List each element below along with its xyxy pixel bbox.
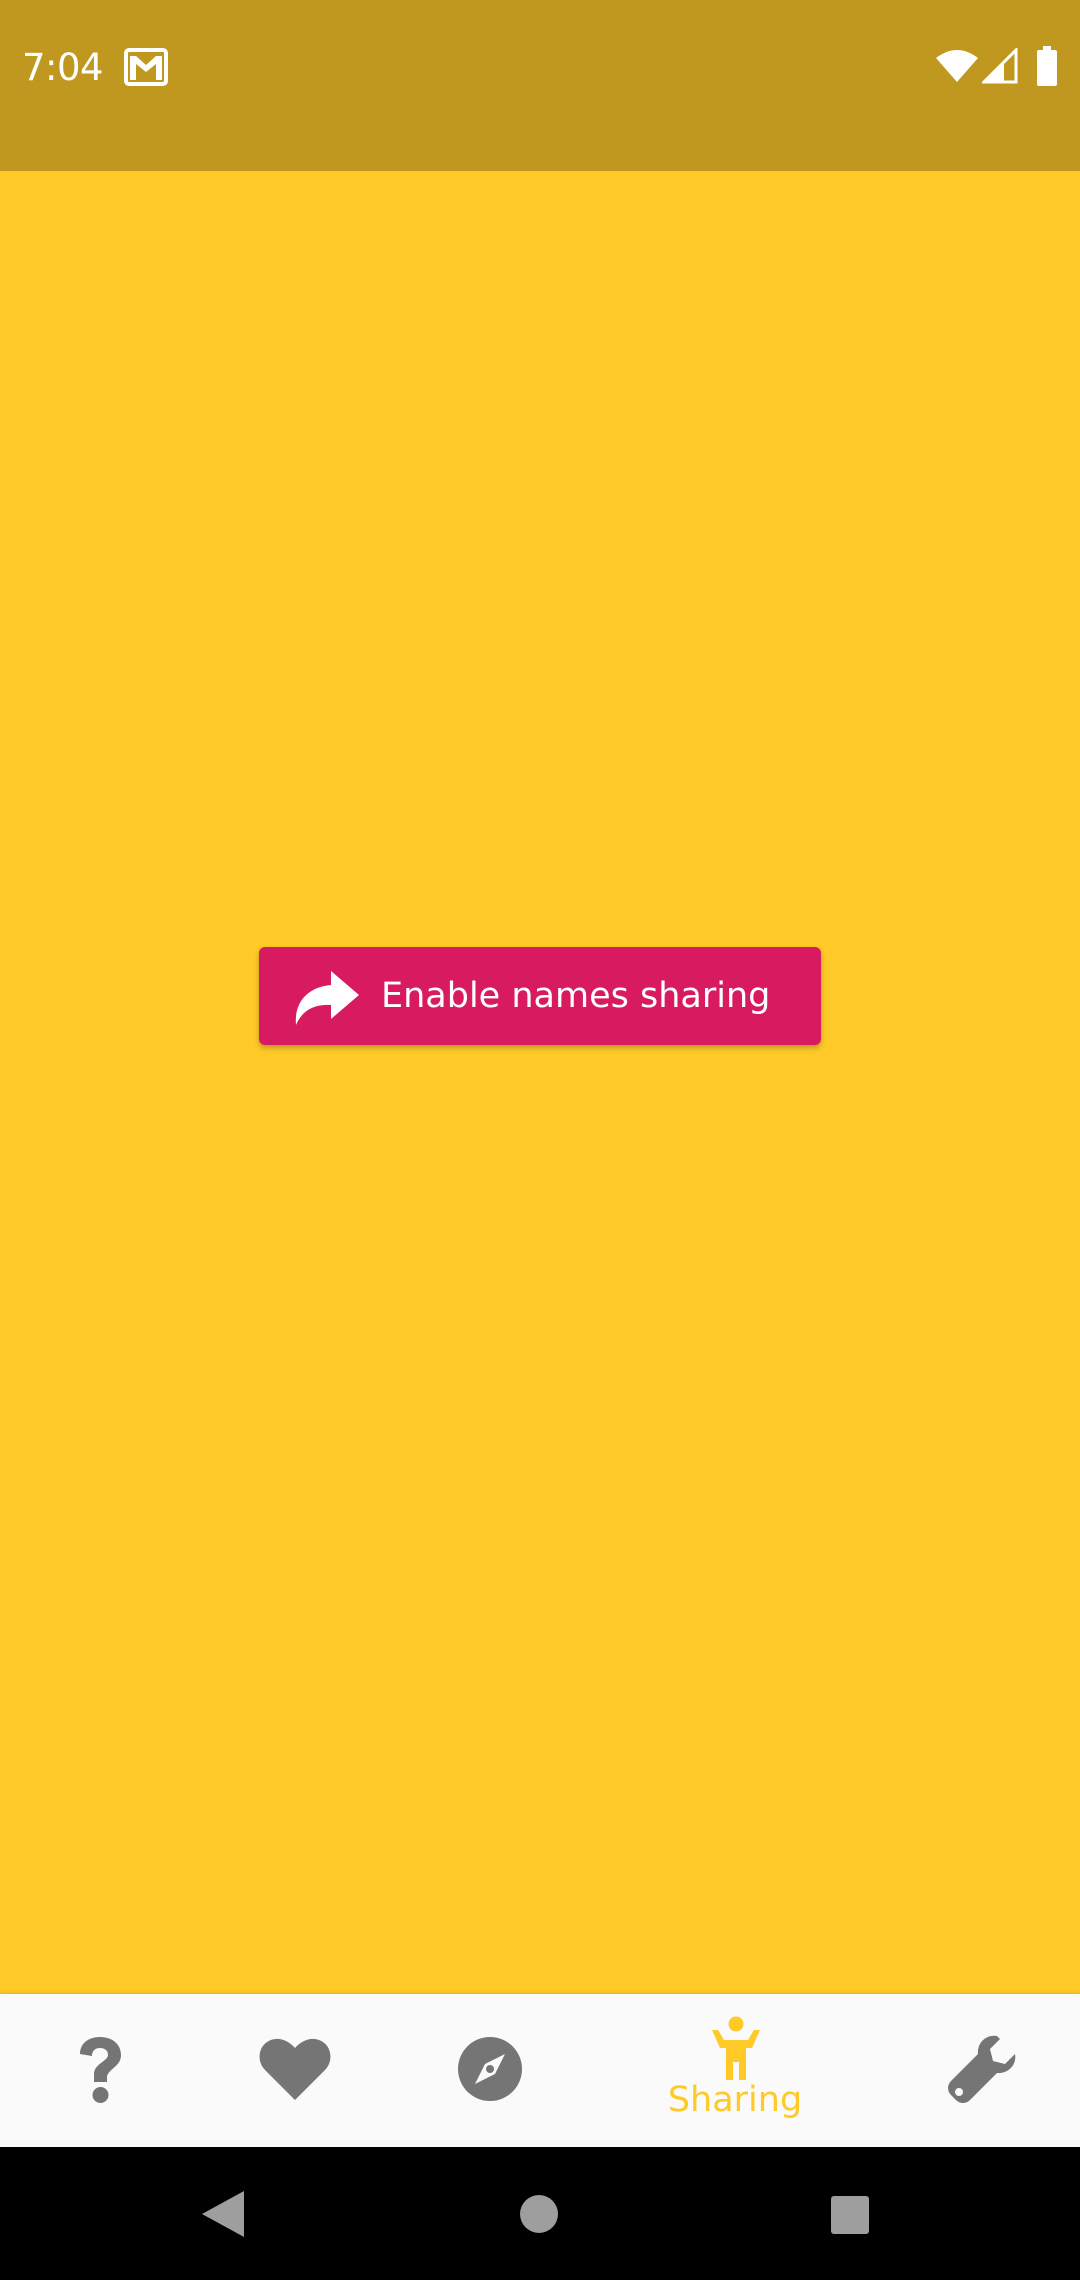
question-mark-icon: [80, 2037, 121, 2103]
back-icon[interactable]: [200, 2189, 248, 2239]
home-icon[interactable]: [519, 2194, 559, 2234]
enable-names-sharing-button[interactable]: Enable names sharing: [259, 947, 821, 1045]
nav-item-explore[interactable]: [430, 1994, 550, 2147]
compass-icon: [458, 2037, 522, 2101]
bottom-navigation: Sharing: [0, 1994, 1080, 2147]
main-content: Enable names sharing: [0, 171, 1080, 1994]
enable-names-sharing-label: Enable names sharing: [381, 976, 771, 1016]
status-time: 7:04: [22, 46, 104, 89]
gmail-notification-icon: [124, 48, 168, 86]
cell-signal-icon: [982, 48, 1018, 84]
nav-item-sharing[interactable]: Sharing: [640, 1994, 830, 2147]
battery-icon: [1037, 46, 1057, 86]
heart-icon: [259, 2038, 331, 2100]
status-bar: 7:04: [0, 0, 1080, 171]
nav-item-help[interactable]: [40, 1994, 160, 2147]
nav-item-favorites[interactable]: [235, 1994, 355, 2147]
nav-item-settings[interactable]: [922, 1994, 1042, 2147]
recents-icon[interactable]: [830, 2195, 870, 2235]
share-arrow-icon: [295, 971, 359, 1025]
wifi-icon: [936, 50, 978, 82]
person-icon: [712, 2016, 760, 2080]
nav-label-sharing: Sharing: [667, 2080, 803, 2120]
system-navigation-bar: [0, 2147, 1080, 2280]
app-screen: 7:04 Enable names sharing Sharing: [0, 0, 1080, 2280]
wrench-icon: [948, 2035, 1016, 2103]
